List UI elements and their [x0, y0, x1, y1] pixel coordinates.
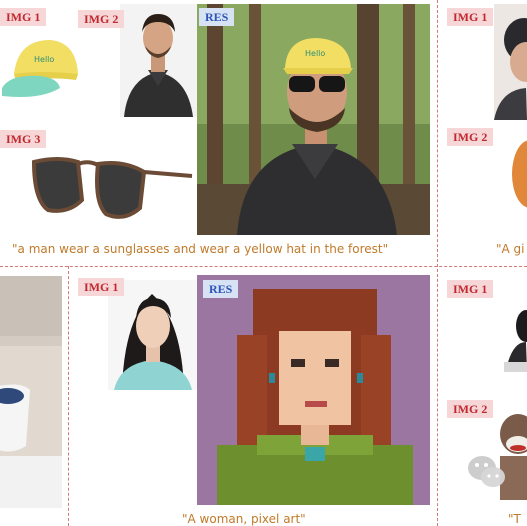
svg-text:Hello: Hello: [305, 49, 325, 58]
img-yellow-cap: Hello: [0, 30, 85, 110]
caption-top-right: "A gi: [496, 242, 525, 256]
img-coffee-cup: [0, 276, 62, 508]
img-orange-object: [508, 132, 527, 222]
hat-text: Hello: [34, 55, 54, 64]
divider-horizontal: [0, 266, 527, 267]
tag-img-2: IMG 2: [78, 10, 125, 28]
img-person-portrait: [494, 4, 527, 120]
divider-vertical-left: [68, 266, 69, 526]
img-woman-portrait: [108, 280, 197, 390]
tag-img-3: IMG 3: [0, 130, 47, 148]
tag-img-1: IMG 1: [78, 278, 125, 296]
img-dark-figure: [504, 296, 527, 376]
divider-vertical-right: [437, 0, 438, 526]
caption-bottom-right: "T: [508, 512, 521, 526]
tag-img-1: IMG 1: [447, 8, 494, 26]
tag-img-2: IMG 2: [447, 400, 494, 418]
img-result-pixel-woman: [197, 275, 430, 505]
img-result-forest-man: Hello: [197, 4, 430, 235]
caption-bottom-middle: "A woman, pixel art": [182, 512, 306, 526]
img-sunglasses: [28, 150, 196, 228]
tag-res: RES: [199, 8, 235, 26]
caption-top-left: "a man wear a sunglasses and wear a yell…: [12, 242, 389, 256]
tag-img-1: IMG 1: [0, 8, 47, 26]
tag-img-1: IMG 1: [447, 280, 494, 298]
img-man-portrait: [120, 4, 197, 117]
wechat-icon: [466, 452, 508, 492]
tag-res: RES: [203, 280, 239, 298]
tag-img-2: IMG 2: [447, 128, 494, 146]
